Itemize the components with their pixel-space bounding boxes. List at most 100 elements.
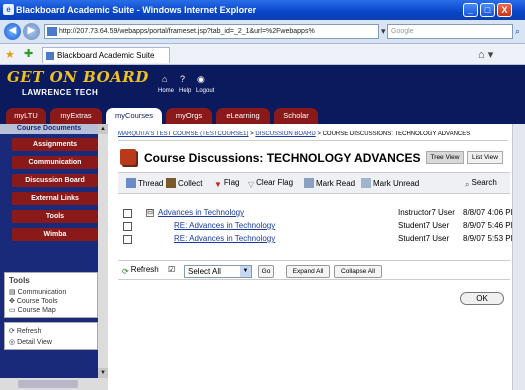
search-input[interactable]: Google	[387, 24, 513, 39]
tab-mycourses[interactable]: myCourses	[106, 108, 162, 124]
site-banner: GET ON BOARD LAWRENCE TECH ⌂ ? ◉ Home He…	[0, 65, 525, 107]
course-menu-frame: Course Documents Assignments Communicati…	[0, 124, 108, 378]
mark-read-button[interactable]: Mark Read	[304, 178, 355, 188]
magnifier-icon: ⌕	[465, 180, 470, 189]
breadcrumb-current: COURSE DISCUSSIONS: TECHNOLOGY ADVANCES	[322, 131, 471, 137]
communication-button[interactable]: Communication	[12, 156, 98, 169]
thread-row: ⊟ Advances in Technology Instructor7 Use…	[118, 207, 517, 220]
help-link-icon[interactable]: ?	[180, 74, 185, 84]
tab-elearning[interactable]: eLearning	[216, 108, 270, 124]
thread-row: RE: Advances in Technology Student7 User…	[118, 233, 517, 246]
thread-checkbox[interactable]	[123, 222, 132, 231]
close-button[interactable]: X	[497, 3, 512, 17]
logout-link[interactable]: Logout	[196, 88, 214, 94]
thread-row: RE: Advances in Technology Student7 User…	[118, 220, 517, 233]
refresh-icon: ⟳	[9, 328, 15, 335]
collapse-all-button[interactable]: Collapse All	[334, 265, 382, 278]
thread-date: 8/9/07 5:46 PM	[463, 221, 518, 230]
scroll-down-icon[interactable]: ▼	[98, 368, 108, 378]
thread-author: Student7 User	[398, 221, 450, 230]
detail-view-link[interactable]: ◎ Detail View	[9, 338, 52, 346]
help-link[interactable]: Help	[179, 88, 191, 94]
address-bar[interactable]: http://207.73.64.59/webapps/portal/frame…	[44, 24, 379, 39]
breadcrumb-course[interactable]: MARQUITA'S TEST COURSE (TESTCOURSE1)	[118, 131, 249, 137]
tools-panel: Tools ▤ Communication ✥ Course Tools ▭ C…	[4, 272, 98, 318]
thread-button[interactable]: Thread	[126, 178, 163, 188]
thread-checkbox[interactable]	[123, 209, 132, 218]
menu-scrollbar[interactable]: ▲ ▼	[98, 124, 108, 378]
browser-tab-label: Blackboard Academic Suite	[57, 51, 155, 60]
collect-button[interactable]: Collect	[166, 178, 202, 188]
mark-unread-icon	[361, 178, 371, 188]
breadcrumb-discussion-board[interactable]: DISCUSSION BOARD	[255, 131, 315, 137]
tree-view-button[interactable]: Tree View	[426, 151, 464, 164]
search-icon[interactable]: ⌕	[515, 25, 520, 38]
menu-horizontal-scrollbar[interactable]	[0, 378, 108, 390]
thread-toolbar: Thread Collect ▼ Flag ▽ Clear Flag Mark Re…	[118, 172, 510, 194]
tab-myorgs[interactable]: myOrgs	[166, 108, 212, 124]
go-button[interactable]: Go	[258, 265, 274, 278]
thread-subject[interactable]: RE: Advances in Technology	[174, 234, 275, 243]
wimba-button[interactable]: Wimba	[12, 228, 98, 241]
tools-title: Tools	[9, 276, 30, 285]
discussion-icon	[120, 149, 136, 165]
collapse-toggle-icon[interactable]: ⊟	[146, 209, 154, 217]
window-title: Blackboard Academic Suite - Windows Inte…	[16, 5, 257, 15]
home-link-icon[interactable]: ⌂	[162, 74, 167, 84]
refresh-icon: ⟳	[122, 267, 129, 276]
view-actions-panel: ⟳ Refresh ◎ Detail View	[4, 322, 98, 350]
course-map-icon: ▭	[9, 307, 16, 314]
home-link[interactable]: Home	[158, 88, 174, 94]
search-button[interactable]: ⌕ Search	[465, 178, 497, 190]
logo-text: GET ON BOARD	[7, 68, 149, 86]
content-scrollbar[interactable]	[512, 124, 525, 390]
select-icon: ☑	[168, 265, 176, 274]
tab-myextras[interactable]: myExtras	[50, 108, 102, 124]
flag-button[interactable]: ▼ Flag	[214, 178, 239, 190]
clear-flag-button[interactable]: ▽ Clear Flag	[248, 178, 293, 190]
refresh-button[interactable]: ⟳ Refresh	[122, 265, 159, 277]
minimize-button[interactable]: _	[463, 3, 478, 17]
list-view-button[interactable]: List View	[467, 151, 503, 164]
tab-scholar[interactable]: Scholar	[274, 108, 318, 124]
thread-checkbox[interactable]	[123, 235, 132, 244]
tools-item-course-tools[interactable]: ✥ Course Tools	[9, 297, 58, 305]
add-favorite-icon[interactable]: ✚	[24, 47, 33, 60]
logout-link-icon[interactable]: ◉	[197, 74, 205, 85]
scroll-up-icon[interactable]: ▲	[98, 124, 108, 134]
tools-button[interactable]: Tools	[12, 210, 98, 223]
thread-author: Student7 User	[398, 234, 450, 243]
tab-myltu[interactable]: myLTU	[6, 108, 46, 124]
tools-item-course-map[interactable]: ▭ Course Map	[9, 306, 56, 314]
thread-date: 8/9/07 5:53 PM	[463, 234, 518, 243]
chevron-down-icon[interactable]: ▼	[240, 266, 251, 277]
tools-item-communication[interactable]: ▤ Communication	[9, 288, 66, 296]
forward-button[interactable]: ▶	[23, 23, 40, 40]
address-text: http://207.73.64.59/webapps/portal/frame…	[59, 28, 315, 35]
ok-button[interactable]: OK	[460, 292, 504, 305]
browser-tab[interactable]: Blackboard Academic Suite	[42, 47, 170, 63]
course-tools-icon: ✥	[9, 298, 15, 305]
maximize-button[interactable]: □	[480, 3, 495, 17]
external-links-button[interactable]: External Links	[12, 192, 98, 205]
address-dropdown-icon[interactable]: ▾	[381, 25, 386, 38]
thread-subject[interactable]: RE: Advances in Technology	[174, 221, 275, 230]
mark-unread-button[interactable]: Mark Unread	[361, 178, 419, 188]
page-title: Course Discussions: TECHNOLOGY ADVANCES	[144, 151, 421, 165]
collect-icon	[166, 178, 176, 188]
flag-icon: ▼	[214, 180, 222, 189]
select-all-dropdown[interactable]: Select All ▼	[184, 265, 252, 278]
expand-all-button[interactable]: Expand All	[286, 265, 330, 278]
thread-icon	[126, 178, 136, 188]
favorites-star-icon[interactable]: ★	[5, 48, 15, 61]
thread-subject[interactable]: Advances in Technology	[158, 208, 244, 217]
refresh-link[interactable]: ⟳ Refresh	[9, 327, 41, 335]
back-button[interactable]: ◀	[4, 23, 21, 40]
home-icon[interactable]: ⌂ ▾	[478, 48, 493, 61]
scroll-thumb[interactable]	[18, 380, 78, 388]
course-documents-button[interactable]: Course Documents	[0, 124, 98, 134]
assignments-button[interactable]: Assignments	[12, 138, 98, 151]
discussion-board-button[interactable]: Discussion Board	[12, 174, 98, 187]
bulk-action-bar: ⟳ Refresh ☑ Select All ▼ Go Expand All Co…	[118, 260, 510, 280]
window-titlebar: e Blackboard Academic Suite - Windows In…	[0, 0, 525, 20]
